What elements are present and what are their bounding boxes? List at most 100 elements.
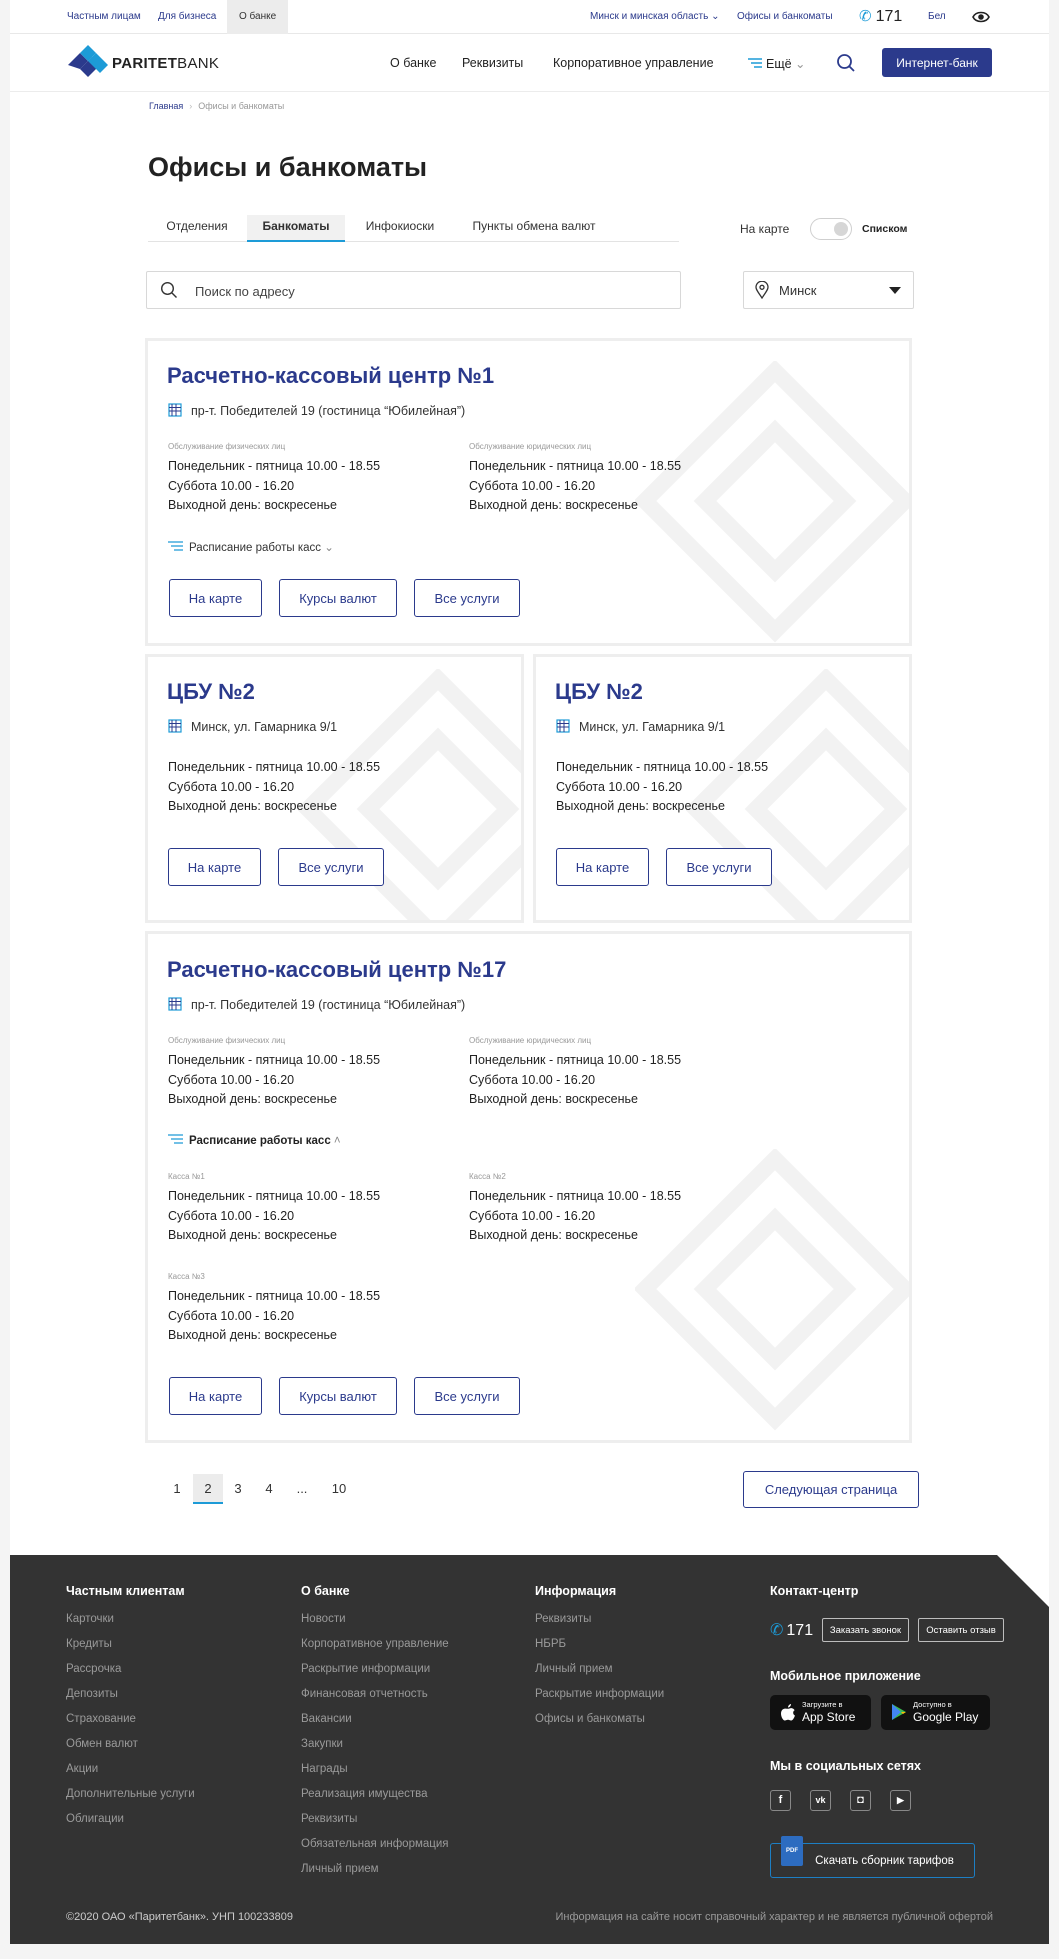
footer-link[interactable]: Закупки [301,1738,343,1750]
tab-atms[interactable]: Банкоматы [247,215,345,242]
schedule-dayoff: Выходной день: воскресенье [168,1228,337,1242]
footer-link[interactable]: Реализация имущества [301,1788,428,1800]
all-services-button[interactable]: Все услуги [414,1377,520,1415]
order-call-button[interactable]: Заказать звонок [822,1618,909,1642]
card-title: ЦБУ №2 [167,679,255,704]
app-store-button[interactable]: Загрузите в App Store [770,1695,871,1730]
view-toggle[interactable] [810,218,852,240]
exchange-rates-button[interactable]: Курсы валют [279,579,397,617]
footer-link[interactable]: Раскрытие информации [301,1663,430,1675]
schedule-saturday: Суббота 10.00 - 16.20 [556,779,683,794]
nav-about-bank[interactable]: О банке [390,56,436,70]
region-selector[interactable]: Минск и минская область ⌄ [590,0,720,34]
search-input[interactable] [195,280,655,302]
tab-exchange-points[interactable]: Пункты обмена валют [458,215,610,242]
footer-col-title: Частным клиентам [66,1584,185,1598]
language-switch[interactable]: Бел [928,0,946,34]
footer-col-title: Информация [535,1584,617,1598]
footer-link[interactable]: Страхование [66,1713,136,1725]
nav-requisites[interactable]: Реквизиты [462,56,523,70]
all-services-button[interactable]: Все услуги [414,579,520,617]
segment-individuals[interactable]: Частным лицам [67,0,141,34]
eye-icon[interactable] [972,0,990,34]
footer-link[interactable]: Реквизиты [535,1613,591,1625]
search-icon[interactable] [836,53,856,73]
on-map-button[interactable]: На карте [556,848,649,886]
schedule-dayoff: Выходной день: воскресенье [168,1328,337,1342]
on-map-button[interactable]: На карте [169,1377,262,1415]
segment-about-bank[interactable]: О банке [227,0,289,34]
footer-link[interactable]: Депозиты [66,1688,118,1700]
offices-link[interactable]: Офисы и банкоматы [737,0,833,34]
footer-link[interactable]: Рассрочка [66,1663,121,1675]
copyright: ©2020 ОАО «Паритетбанк». УНП 100233809 [66,1911,293,1923]
download-tariffs-button[interactable]: PDF Скачать сборник тарифов [770,1836,975,1878]
page-link[interactable]: 10 [324,1474,354,1504]
city-select[interactable]: Минск [743,271,914,309]
footer-link[interactable]: Корпоративное управление [301,1638,449,1650]
footer-link[interactable]: Облигации [66,1813,124,1825]
page-link[interactable]: 1 [162,1474,192,1504]
page-link[interactable]: 3 [223,1474,253,1504]
segment-business[interactable]: Для бизнеса [158,0,216,34]
footer-link[interactable]: Вакансии [301,1713,352,1725]
facebook-icon[interactable]: f [770,1790,791,1811]
footer-link[interactable]: Финансовая отчетность [301,1688,428,1700]
footer-link[interactable]: Акции [66,1763,98,1775]
cash-schedule-toggle[interactable]: Расписание работы касс ⌄ [168,540,334,554]
card-address: Минск, ул. Гамарника 9/1 [168,719,337,734]
leave-review-button[interactable]: Оставить отзыв [918,1618,1004,1642]
footer-link[interactable]: Личный прием [535,1663,613,1675]
menu-lines-icon [168,1134,183,1144]
search-icon [160,281,177,298]
footer-link[interactable]: Дополнительные услуги [66,1788,195,1800]
nav-more[interactable]: Ещё ⌄ [748,56,806,71]
schedule-weekdays: Понедельник - пятница 10.00 - 18.55 [469,1053,682,1067]
internet-bank-button[interactable]: Интернет-банк [882,48,992,77]
nav-corporate-governance[interactable]: Корпоративное управление [553,56,714,70]
all-services-button[interactable]: Все услуги [666,848,772,886]
footer-link[interactable]: Офисы и банкоматы [535,1713,645,1725]
region-label: Минск и минская область [590,11,709,22]
bank-logo[interactable]: PARITETBANK [66,43,241,83]
schedule: Понедельник - пятница 10.00 - 18.55 Субб… [556,758,768,817]
building-icon [168,403,182,417]
page-title: Офисы и банкоматы [148,152,428,182]
on-map-button[interactable]: На карте [169,579,262,617]
logo-wordmark: PARITETBANK [112,55,220,72]
all-services-button[interactable]: Все услуги [278,848,384,886]
pdf-icon: PDF [781,1836,803,1866]
next-page-button[interactable]: Следующая страница [743,1471,919,1508]
footer-link[interactable]: Личный прием [301,1863,379,1875]
breadcrumb-home[interactable]: Главная [149,101,183,111]
tab-infokiosks[interactable]: Инфокиоски [348,215,452,242]
footer-link[interactable]: Новости [301,1613,346,1625]
youtube-icon[interactable]: ▶ [890,1790,911,1811]
footer-link[interactable]: Раскрытие информации [535,1688,664,1700]
tab-branches[interactable]: Отделения [148,215,246,242]
footer-link[interactable]: Кредиты [66,1638,112,1650]
card-address-text: Минск, ул. Гамарника 9/1 [191,720,338,734]
exchange-rates-button[interactable]: Курсы валют [279,1377,397,1415]
footer-link[interactable]: Награды [301,1763,348,1775]
footer-phone[interactable]: ✆ 171 [770,1620,813,1640]
page-link[interactable]: 4 [254,1474,284,1504]
phone-link[interactable]: ✆ 171 [859,0,902,34]
footer-link[interactable]: Обмен валют [66,1738,138,1750]
footer-link[interactable]: Карточки [66,1613,114,1625]
schedule-saturday: Суббота 10.00 - 16.20 [168,779,295,794]
footer-link[interactable]: Обязательная информация [301,1838,449,1850]
page-link-current[interactable]: 2 [193,1474,223,1504]
building-icon [556,719,570,733]
cash-desk-caption: Касса №2 [469,1172,506,1181]
schedule-caption: Обслуживание физических лиц [168,1036,286,1045]
google-play-button[interactable]: Доступно в Google Play [881,1695,990,1730]
schedule-legal: Обслуживание юридических лиц Понедельник… [469,1035,681,1110]
footer-link[interactable]: Реквизиты [301,1813,357,1825]
footer-link[interactable]: НБРБ [535,1638,566,1650]
instagram-icon[interactable]: ◘ [850,1790,871,1811]
schedule-saturday: Суббота 10.00 - 16.20 [469,478,596,493]
on-map-button[interactable]: На карте [168,848,261,886]
cash-schedule-toggle[interactable]: Расписание работы касс ˄ [168,1134,341,1147]
vk-icon[interactable]: vk [810,1790,831,1811]
